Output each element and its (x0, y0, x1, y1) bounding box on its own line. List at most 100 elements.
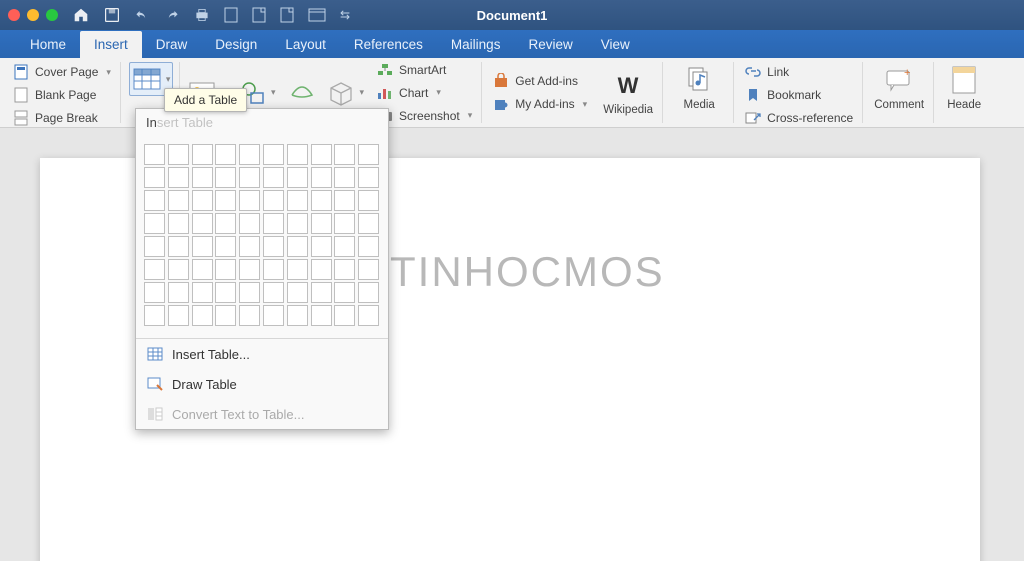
grid-cell[interactable] (239, 213, 260, 234)
header-button[interactable]: Heade (942, 62, 986, 113)
grid-cell[interactable] (215, 144, 236, 165)
grid-cell[interactable] (311, 144, 332, 165)
grid-cell[interactable] (263, 282, 284, 303)
grid-cell[interactable] (215, 167, 236, 188)
grid-cell[interactable] (168, 167, 189, 188)
grid-cell[interactable] (287, 236, 308, 257)
grid-cell[interactable] (168, 144, 189, 165)
grid-cell[interactable] (168, 236, 189, 257)
tab-design[interactable]: Design (201, 31, 271, 58)
cover-page-button[interactable]: Cover Page▾ (10, 62, 114, 82)
grid-cell[interactable] (263, 190, 284, 211)
table-size-grid[interactable] (136, 136, 388, 338)
grid-cell[interactable] (215, 305, 236, 326)
tab-insert[interactable]: Insert (80, 31, 142, 58)
grid-cell[interactable] (144, 144, 165, 165)
grid-cell[interactable] (192, 305, 213, 326)
grid-cell[interactable] (263, 236, 284, 257)
grid-cell[interactable] (311, 213, 332, 234)
grid-cell[interactable] (192, 144, 213, 165)
link-button[interactable]: Link (742, 62, 856, 82)
tab-references[interactable]: References (340, 31, 437, 58)
grid-cell[interactable] (358, 144, 379, 165)
grid-cell[interactable] (263, 305, 284, 326)
grid-cell[interactable] (144, 305, 165, 326)
print-icon[interactable] (194, 7, 210, 23)
minimize-window-button[interactable] (27, 9, 39, 21)
grid-cell[interactable] (215, 190, 236, 211)
grid-cell[interactable] (144, 190, 165, 211)
grid-cell[interactable] (144, 282, 165, 303)
grid-cell[interactable] (239, 144, 260, 165)
grid-cell[interactable] (263, 259, 284, 280)
grid-cell[interactable] (358, 190, 379, 211)
grid-cell[interactable] (358, 213, 379, 234)
grid-cell[interactable] (334, 213, 355, 234)
grid-cell[interactable] (239, 167, 260, 188)
my-addins-button[interactable]: My Add-ins▾ (490, 94, 590, 114)
grid-cell[interactable] (215, 236, 236, 257)
save-icon[interactable] (104, 7, 120, 23)
grid-cell[interactable] (263, 213, 284, 234)
grid-cell[interactable] (144, 167, 165, 188)
grid-cell[interactable] (311, 190, 332, 211)
new-doc-icon[interactable] (252, 7, 266, 23)
grid-cell[interactable] (334, 167, 355, 188)
undo-icon[interactable] (134, 7, 150, 23)
grid-cell[interactable] (168, 213, 189, 234)
grid-cell[interactable] (215, 213, 236, 234)
grid-cell[interactable] (287, 259, 308, 280)
grid-cell[interactable] (358, 167, 379, 188)
grid-cell[interactable] (287, 144, 308, 165)
grid-cell[interactable] (168, 305, 189, 326)
tab-layout[interactable]: Layout (271, 31, 340, 58)
grid-cell[interactable] (168, 282, 189, 303)
grid-cell[interactable] (287, 305, 308, 326)
grid-cell[interactable] (358, 259, 379, 280)
grid-cell[interactable] (334, 259, 355, 280)
screenshot-button[interactable]: Screenshot▾ (374, 106, 475, 126)
tab-view[interactable]: View (587, 31, 644, 58)
grid-cell[interactable] (192, 167, 213, 188)
grid-cell[interactable] (215, 282, 236, 303)
chart-button[interactable]: Chart▾ (374, 83, 475, 103)
grid-cell[interactable] (239, 305, 260, 326)
grid-cell[interactable] (311, 167, 332, 188)
tab-draw[interactable]: Draw (142, 31, 202, 58)
close-window-button[interactable] (8, 9, 20, 21)
tab-mailings[interactable]: Mailings (437, 31, 515, 58)
new-doc-icon-2[interactable] (280, 7, 294, 23)
grid-cell[interactable] (239, 190, 260, 211)
grid-cell[interactable] (311, 236, 332, 257)
grid-cell[interactable] (192, 259, 213, 280)
grid-cell[interactable] (192, 282, 213, 303)
insert-table-item[interactable]: Insert Table... (136, 339, 388, 369)
grid-cell[interactable] (311, 305, 332, 326)
grid-cell[interactable] (358, 236, 379, 257)
grid-cell[interactable] (192, 236, 213, 257)
grid-cell[interactable] (192, 190, 213, 211)
home-icon[interactable] (72, 6, 90, 24)
grid-cell[interactable] (358, 305, 379, 326)
grid-cell[interactable] (334, 190, 355, 211)
grid-cell[interactable] (334, 305, 355, 326)
grid-cell[interactable] (144, 236, 165, 257)
3d-models-button[interactable]: ▾ (326, 79, 365, 107)
media-button[interactable]: Media (671, 62, 727, 113)
grid-cell[interactable] (144, 259, 165, 280)
grid-cell[interactable] (287, 282, 308, 303)
page-break-button[interactable]: Page Break (10, 108, 114, 128)
grid-cell[interactable] (311, 282, 332, 303)
wikipedia-button[interactable]: W Wikipedia (600, 67, 656, 118)
redo-icon[interactable] (164, 7, 180, 23)
grid-cell[interactable] (239, 259, 260, 280)
blank-page-button[interactable]: Blank Page (10, 85, 114, 105)
grid-cell[interactable] (239, 236, 260, 257)
cross-reference-button[interactable]: Cross-reference (742, 108, 856, 128)
grid-cell[interactable] (358, 282, 379, 303)
grid-cell[interactable] (263, 167, 284, 188)
grid-cell[interactable] (287, 190, 308, 211)
icons-button[interactable] (286, 79, 316, 107)
doc-icon[interactable] (224, 7, 238, 23)
tab-home[interactable]: Home (16, 31, 80, 58)
